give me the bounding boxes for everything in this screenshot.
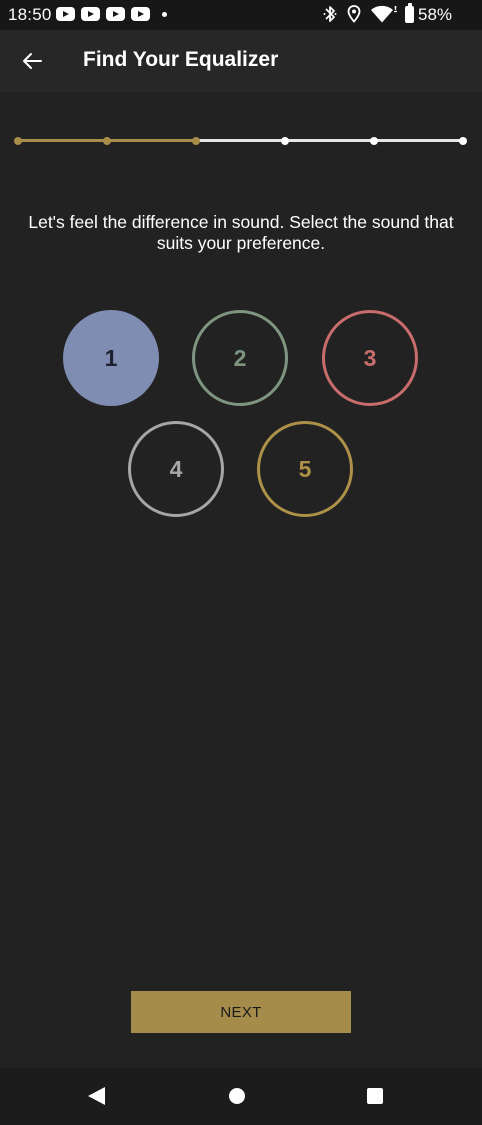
bluetooth-icon (323, 6, 337, 22)
battery-percent: 58% (418, 5, 453, 24)
wifi-icon (371, 5, 397, 23)
location-icon (347, 5, 361, 23)
progress-step-dot (192, 136, 200, 145)
step-progress-bar (14, 135, 467, 147)
progress-step-dot (459, 136, 467, 145)
recents-square-icon[interactable] (367, 1088, 383, 1104)
option-label: 4 (169, 455, 183, 482)
sound-option-1[interactable]: 1 (63, 310, 159, 406)
option-label: 5 (298, 455, 312, 482)
system-nav-bar (0, 1068, 482, 1125)
arrow-left-icon (23, 53, 42, 69)
status-bar: 18:50 58% (0, 0, 482, 30)
progress-step-dot (14, 136, 22, 145)
battery-icon (405, 3, 414, 23)
back-triangle-icon[interactable] (88, 1087, 105, 1105)
sound-option-3[interactable]: 3 (322, 310, 418, 406)
sound-option-5[interactable]: 5 (257, 421, 353, 517)
screen: 18:50 58% Find Your Equalizer Let's feel… (0, 0, 482, 1125)
youtube-icon (131, 7, 150, 21)
app-bar: Find Your Equalizer (0, 30, 482, 92)
back-button[interactable] (14, 43, 50, 79)
progress-step-dot (370, 136, 378, 145)
sound-option-4[interactable]: 4 (128, 421, 224, 517)
option-label: 3 (363, 344, 377, 371)
status-time: 18:50 (8, 5, 52, 24)
youtube-icon (106, 7, 125, 21)
progress-step-dot (103, 136, 111, 145)
page-title: Find Your Equalizer (83, 48, 279, 71)
home-circle-icon[interactable] (229, 1088, 245, 1104)
youtube-icon (81, 7, 100, 21)
option-label: 1 (104, 344, 118, 371)
sound-option-2[interactable]: 2 (192, 310, 288, 406)
notification-dot-icon (162, 12, 167, 17)
next-button[interactable]: NEXT (131, 991, 351, 1033)
option-label: 2 (233, 344, 247, 371)
youtube-icon (56, 7, 75, 21)
progress-step-dot (281, 136, 289, 145)
instruction-text: Let's feel the difference in sound. Sele… (28, 212, 454, 253)
